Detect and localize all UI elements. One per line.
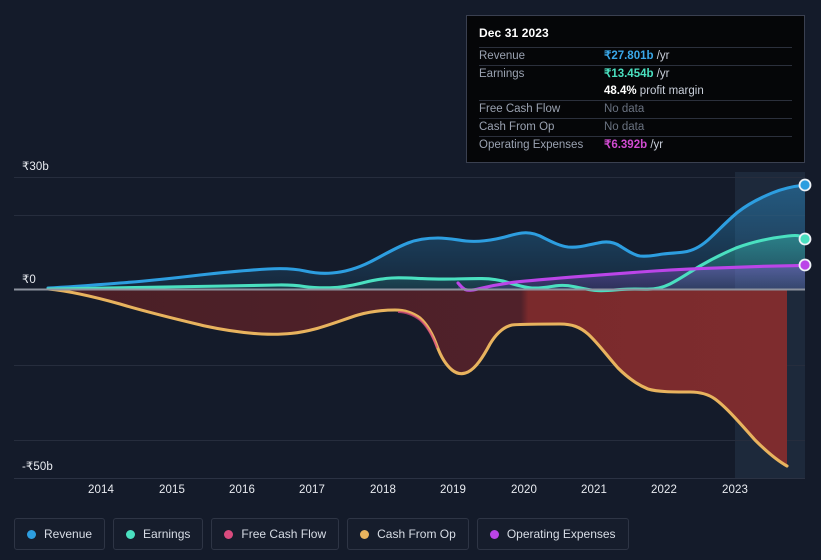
tooltip-value-earnings-number: ₹13.454b [604, 68, 654, 80]
tooltip-row-revenue: Revenue ₹27.801b /yr [479, 47, 792, 65]
y-axis-label-bottom: -₹50b [22, 461, 53, 473]
endpoint-revenue [798, 178, 812, 192]
legend-item-operating-expenses[interactable]: Operating Expenses [476, 518, 629, 550]
legend-dot-free-cash-flow-icon [224, 529, 234, 539]
tooltip-label-revenue: Revenue [479, 50, 526, 62]
legend-item-earnings[interactable]: Earnings [113, 518, 204, 550]
tooltip-value-profit-margin-suffix: profit margin [636, 85, 704, 97]
tooltip-value-cash-from-op: No data [604, 121, 645, 133]
data-tooltip: Dec 31 2023 Revenue ₹27.801b /yr Earning… [466, 15, 805, 163]
legend-label-free-cash-flow: Free Cash Flow [241, 527, 327, 541]
legend-item-free-cash-flow[interactable]: Free Cash Flow [211, 518, 340, 550]
x-axis-label-2020: 2020 [511, 484, 537, 496]
tooltip-label-free-cash-flow: Free Cash Flow [479, 103, 561, 115]
tooltip-value-operating-expenses-number: ₹6.392b [604, 139, 648, 151]
tooltip-value-earnings-suffix: /yr [653, 68, 670, 80]
legend-dot-cash-from-op-icon [360, 529, 370, 539]
tooltip-value-earnings: ₹13.454b /yr [604, 66, 670, 83]
x-axis-label-2016: 2016 [229, 484, 255, 496]
legend-dot-earnings-icon [126, 529, 136, 539]
legend-item-revenue[interactable]: Revenue [14, 518, 106, 550]
legend-item-cash-from-op[interactable]: Cash From Op [347, 518, 469, 550]
financial-chart-widget: ₹30b ₹0 -₹50b 2014 2015 2016 2017 2018 2… [0, 0, 821, 560]
x-axis-label-2021: 2021 [581, 484, 607, 496]
x-axis-label-2023: 2023 [722, 484, 748, 496]
tooltip-date: Dec 31 2023 [479, 26, 549, 40]
tooltip-row-operating-expenses: Operating Expenses ₹6.392b /yr [479, 136, 792, 154]
tooltip-value-revenue-number: ₹27.801b [604, 50, 654, 62]
tooltip-value-profit-margin: 48.4% profit margin [604, 83, 704, 100]
tooltip-value-operating-expenses-suffix: /yr [647, 139, 664, 151]
legend-label-operating-expenses: Operating Expenses [506, 527, 616, 541]
x-axis-label-2014: 2014 [88, 484, 114, 496]
tooltip-value-operating-expenses: ₹6.392b /yr [604, 137, 663, 154]
tooltip-value-revenue: ₹27.801b /yr [604, 48, 670, 65]
tooltip-value-free-cash-flow: No data [604, 103, 645, 115]
y-axis-label-top: ₹30b [22, 161, 49, 173]
tooltip-label-cash-from-op: Cash From Op [479, 121, 555, 133]
tooltip-row-earnings: Earnings ₹13.454b /yr [479, 65, 792, 83]
x-axis-label-2022: 2022 [651, 484, 677, 496]
legend-label-cash-from-op: Cash From Op [377, 527, 456, 541]
endpoint-operating-expenses [798, 258, 812, 272]
legend-dot-revenue-icon [27, 529, 36, 539]
x-axis-label-2015: 2015 [159, 484, 185, 496]
tooltip-label-earnings: Earnings [479, 68, 525, 80]
x-axis-label-2018: 2018 [370, 484, 396, 496]
legend-label-revenue: Revenue [44, 527, 93, 541]
tooltip-row-free-cash-flow: Free Cash Flow No data [479, 100, 792, 118]
tooltip-value-revenue-suffix: /yr [653, 50, 670, 62]
tooltip-row-cash-from-op: Cash From Op No data [479, 118, 792, 136]
x-axis-label-2017: 2017 [299, 484, 325, 496]
legend-label-earnings: Earnings [143, 527, 191, 541]
tooltip-label-operating-expenses: Operating Expenses [479, 139, 584, 151]
y-axis-label-zero: ₹0 [22, 274, 36, 286]
endpoint-earnings [798, 232, 812, 246]
tooltip-row-profit-margin: 48.4% profit margin [479, 83, 792, 100]
tooltip-value-profit-margin-number: 48.4% [604, 85, 637, 97]
legend-dot-operating-expenses-icon [489, 529, 499, 539]
x-axis-label-2019: 2019 [440, 484, 466, 496]
chart-legend: Revenue Earnings Free Cash Flow Cash Fro… [0, 513, 821, 555]
